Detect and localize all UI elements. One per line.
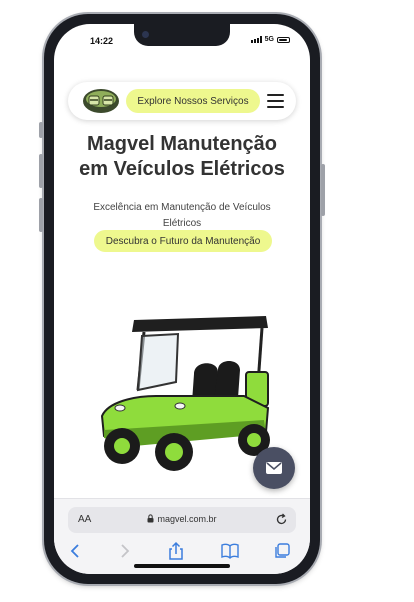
site-navbar: Explore Nossos Serviços bbox=[68, 82, 296, 120]
camera-icon bbox=[142, 31, 149, 38]
book-icon[interactable] bbox=[220, 541, 240, 561]
share-icon[interactable] bbox=[166, 541, 186, 561]
tabs-icon[interactable] bbox=[272, 541, 292, 561]
status-indicators: 5G bbox=[250, 36, 290, 43]
address-bar[interactable]: AA magvel.com.br bbox=[68, 507, 296, 533]
screen: 14:22 5G Explore Nossos Serviços Magvel … bbox=[54, 24, 310, 574]
title-line-1: Magvel Manutenção bbox=[86, 133, 278, 155]
reload-icon[interactable] bbox=[275, 513, 288, 526]
lock-icon bbox=[147, 514, 154, 523]
volume-up-button bbox=[39, 154, 43, 188]
discover-future-button[interactable]: Descubra o Futuro da Manutenção bbox=[94, 230, 272, 252]
explore-services-button[interactable]: Explore Nossos Serviços bbox=[126, 89, 260, 113]
power-button bbox=[321, 164, 325, 216]
page-title: Magvel Manutenção em Veículos Elétricos bbox=[54, 132, 310, 182]
mute-switch bbox=[39, 122, 43, 138]
safari-bottom-bar: AA magvel.com.br bbox=[54, 498, 310, 574]
hero-subtitle: Excelência em Manutenção de Veículos Elé… bbox=[93, 202, 271, 229]
hamburger-menu-icon[interactable] bbox=[267, 94, 284, 108]
chevron-right-icon[interactable] bbox=[114, 541, 134, 561]
url-text: magvel.com.br bbox=[157, 514, 217, 524]
notch bbox=[134, 24, 230, 46]
volume-down-button bbox=[39, 198, 43, 232]
title-line-2: em Veículos Elétricos bbox=[79, 158, 285, 180]
url-display[interactable]: magvel.com.br bbox=[68, 514, 296, 524]
mail-icon bbox=[266, 462, 282, 474]
phone-frame: 14:22 5G Explore Nossos Serviços Magvel … bbox=[39, 14, 325, 584]
signal-icon bbox=[250, 36, 262, 43]
home-indicator bbox=[134, 564, 230, 568]
contact-fab-button[interactable] bbox=[253, 447, 295, 489]
battery-icon bbox=[277, 36, 290, 43]
network-label: 5G bbox=[264, 36, 274, 43]
browser-toolbar bbox=[54, 541, 310, 561]
chevron-left-icon[interactable] bbox=[66, 541, 86, 561]
golf-cart-image bbox=[100, 316, 270, 471]
magvel-logo[interactable] bbox=[82, 88, 120, 114]
status-time: 14:22 bbox=[90, 36, 114, 46]
